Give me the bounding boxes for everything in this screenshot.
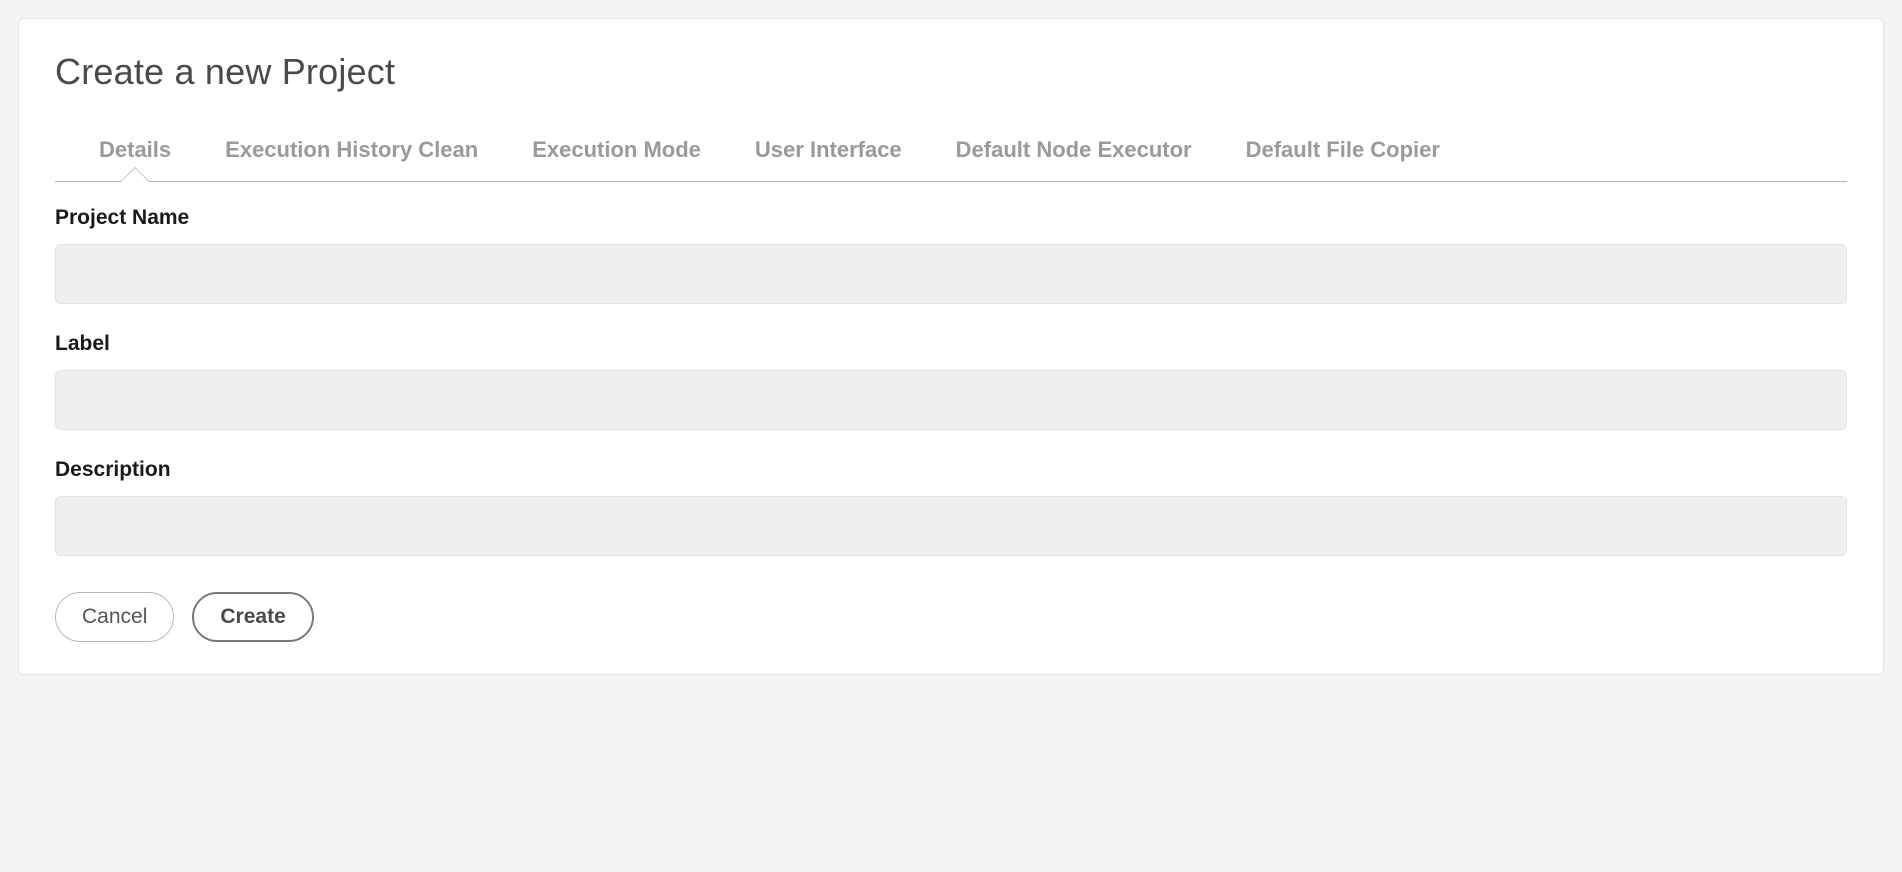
button-row: Cancel Create [55, 592, 1847, 642]
project-name-input[interactable] [55, 244, 1847, 304]
project-name-group: Project Name [55, 206, 1847, 304]
cancel-button[interactable]: Cancel [55, 592, 174, 642]
description-label: Description [55, 458, 1847, 482]
project-name-label: Project Name [55, 206, 1847, 230]
create-project-card: Create a new Project Details Execution H… [18, 18, 1884, 675]
page-title: Create a new Project [55, 51, 1847, 93]
tab-execution-history-clean[interactable]: Execution History Clean [225, 129, 478, 181]
label-group: Label [55, 332, 1847, 430]
tab-default-node-executor[interactable]: Default Node Executor [956, 129, 1192, 181]
label-input[interactable] [55, 370, 1847, 430]
tab-details[interactable]: Details [99, 129, 171, 181]
tabs-bar: Details Execution History Clean Executio… [55, 129, 1847, 182]
tab-execution-mode[interactable]: Execution Mode [532, 129, 701, 181]
tab-default-file-copier[interactable]: Default File Copier [1246, 129, 1440, 181]
create-button[interactable]: Create [192, 592, 313, 642]
form-section: Project Name Label Description Cancel Cr… [55, 182, 1847, 642]
tab-user-interface[interactable]: User Interface [755, 129, 902, 181]
description-group: Description [55, 458, 1847, 556]
description-input[interactable] [55, 496, 1847, 556]
label-label: Label [55, 332, 1847, 356]
